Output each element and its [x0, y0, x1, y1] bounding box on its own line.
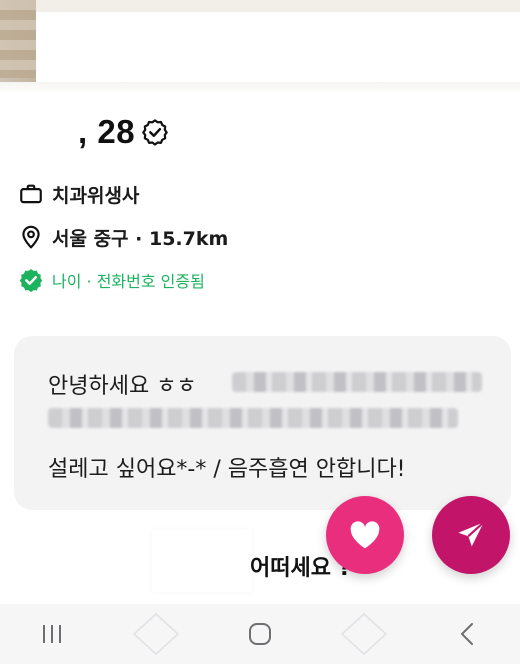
system-nav-bar [0, 604, 520, 664]
paper-plane-icon [458, 521, 485, 547]
bio-line-3: 설레고 싶어요*-* / 음주흡연 안합니다! [48, 457, 406, 482]
profile-photo[interactable] [0, 0, 520, 92]
photo-fade [0, 82, 520, 94]
diamond-icon [340, 612, 388, 656]
nav-decoration [334, 610, 394, 658]
send-message-button[interactable] [432, 496, 510, 574]
photo-mask [36, 12, 520, 90]
check-badge-icon [18, 267, 44, 293]
nav-decoration [126, 610, 186, 658]
recent-apps-button[interactable] [22, 610, 82, 658]
profile-age: , 28 [78, 113, 136, 150]
location-row: 서울 중구 · 15.7km [18, 223, 228, 251]
diamond-icon [132, 612, 180, 656]
like-button[interactable] [326, 496, 404, 574]
bio-blurred-text [48, 408, 458, 428]
heart-icon [350, 521, 380, 549]
location-pin-icon [18, 224, 44, 250]
badge-check-icon[interactable] [141, 118, 169, 146]
home-button[interactable] [230, 610, 290, 658]
bio-blurred-text [232, 372, 482, 392]
verification-row: 나이 · 전화번호 인증됨 [18, 266, 205, 294]
back-button[interactable] [438, 610, 498, 658]
location-text: 서울 중구 · 15.7km [52, 227, 229, 250]
bio-line-1: 안녕하세요 ㅎㅎ [48, 374, 197, 399]
question-mask [152, 530, 252, 592]
recent-apps-icon [43, 625, 61, 643]
profile-screen: , 28 치과위생사 서울 중구 · 15.7km 나이 · 전화번호 인증됨 … [0, 0, 520, 664]
job-row: 치과위생사 [18, 180, 139, 208]
bio-card: 안녕하세요 ㅎㅎ 설레고 싶어요*-* / 음주흡연 안합니다! [14, 336, 511, 510]
job-text: 치과위생사 [52, 184, 140, 207]
profile-name-row: , 28 [16, 110, 169, 154]
verification-text: 나이 · 전화번호 인증됨 [52, 272, 205, 291]
back-icon [461, 623, 473, 645]
photo-blur [0, 0, 36, 78]
home-icon [249, 623, 271, 645]
name-mask [16, 110, 76, 154]
briefcase-icon [18, 181, 44, 207]
